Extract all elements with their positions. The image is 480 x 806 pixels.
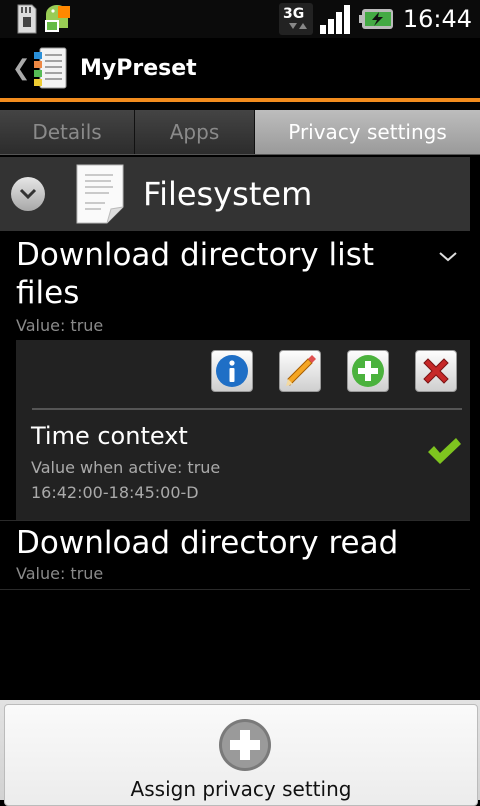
chevron-down-icon[interactable] xyxy=(438,248,458,267)
tab-apps-label: Apps xyxy=(169,120,220,144)
context-value: Value when active: true xyxy=(31,458,221,477)
setting-title: Download directory read xyxy=(16,525,399,561)
info-button[interactable] xyxy=(211,350,253,392)
divider xyxy=(0,520,470,521)
setting-title: Download directory list files xyxy=(16,237,375,311)
document-icon xyxy=(73,163,127,225)
setting-item[interactable]: Download directory list files Value: tru… xyxy=(0,236,470,340)
setting-value: Value: true xyxy=(16,316,104,335)
back-chevron-icon[interactable]: ❮ xyxy=(12,56,30,81)
context-panel: Time context Value when active: true 16:… xyxy=(16,340,470,520)
status-bar: 3G 16:44 xyxy=(0,0,480,38)
delete-context-button[interactable] xyxy=(415,350,457,392)
android-notification-icon xyxy=(42,2,72,36)
tab-details-label: Details xyxy=(32,120,102,144)
checkmark-icon xyxy=(426,436,462,470)
category-header[interactable]: Filesystem xyxy=(0,157,470,231)
action-bar: ❮ MyPreset xyxy=(0,38,480,102)
signal-strength-icon xyxy=(319,3,353,35)
edit-button[interactable] xyxy=(279,350,321,392)
context-time-range: 16:42:00-18:45:00-D xyxy=(31,483,199,502)
assign-privacy-setting-button[interactable]: Assign privacy setting xyxy=(4,704,478,806)
tab-details[interactable]: Details xyxy=(0,110,135,154)
info-icon xyxy=(216,355,248,387)
chevron-down-icon xyxy=(19,188,37,200)
network-3g-icon: 3G xyxy=(278,3,313,35)
tab-apps[interactable]: Apps xyxy=(135,110,255,154)
close-icon xyxy=(423,358,449,384)
app-icon[interactable] xyxy=(32,46,68,90)
setting-value: Value: true xyxy=(16,564,104,583)
assign-privacy-setting-label: Assign privacy setting xyxy=(130,777,352,801)
add-circle-icon xyxy=(217,717,273,777)
divider xyxy=(32,408,462,410)
pencil-icon xyxy=(286,355,316,386)
app-title: MyPreset xyxy=(80,55,197,81)
bottom-bar: Assign privacy setting xyxy=(0,700,480,806)
divider xyxy=(0,589,470,590)
add-context-button[interactable] xyxy=(347,350,389,392)
svg-text:3G: 3G xyxy=(283,6,304,22)
battery-charging-icon xyxy=(358,7,395,31)
setting-item[interactable]: Download directory read Value: true xyxy=(0,524,470,588)
collapse-category-button[interactable] xyxy=(11,177,45,211)
status-time: 16:44 xyxy=(402,5,472,33)
context-title: Time context xyxy=(31,422,188,450)
plus-icon xyxy=(352,355,384,387)
category-title: Filesystem xyxy=(143,175,313,213)
tab-privacy-settings[interactable]: Privacy settings xyxy=(255,110,480,154)
tab-privacy-settings-label: Privacy settings xyxy=(288,120,447,144)
tab-bar: Details Apps Privacy settings xyxy=(0,110,480,155)
sd-card-icon xyxy=(14,4,38,34)
